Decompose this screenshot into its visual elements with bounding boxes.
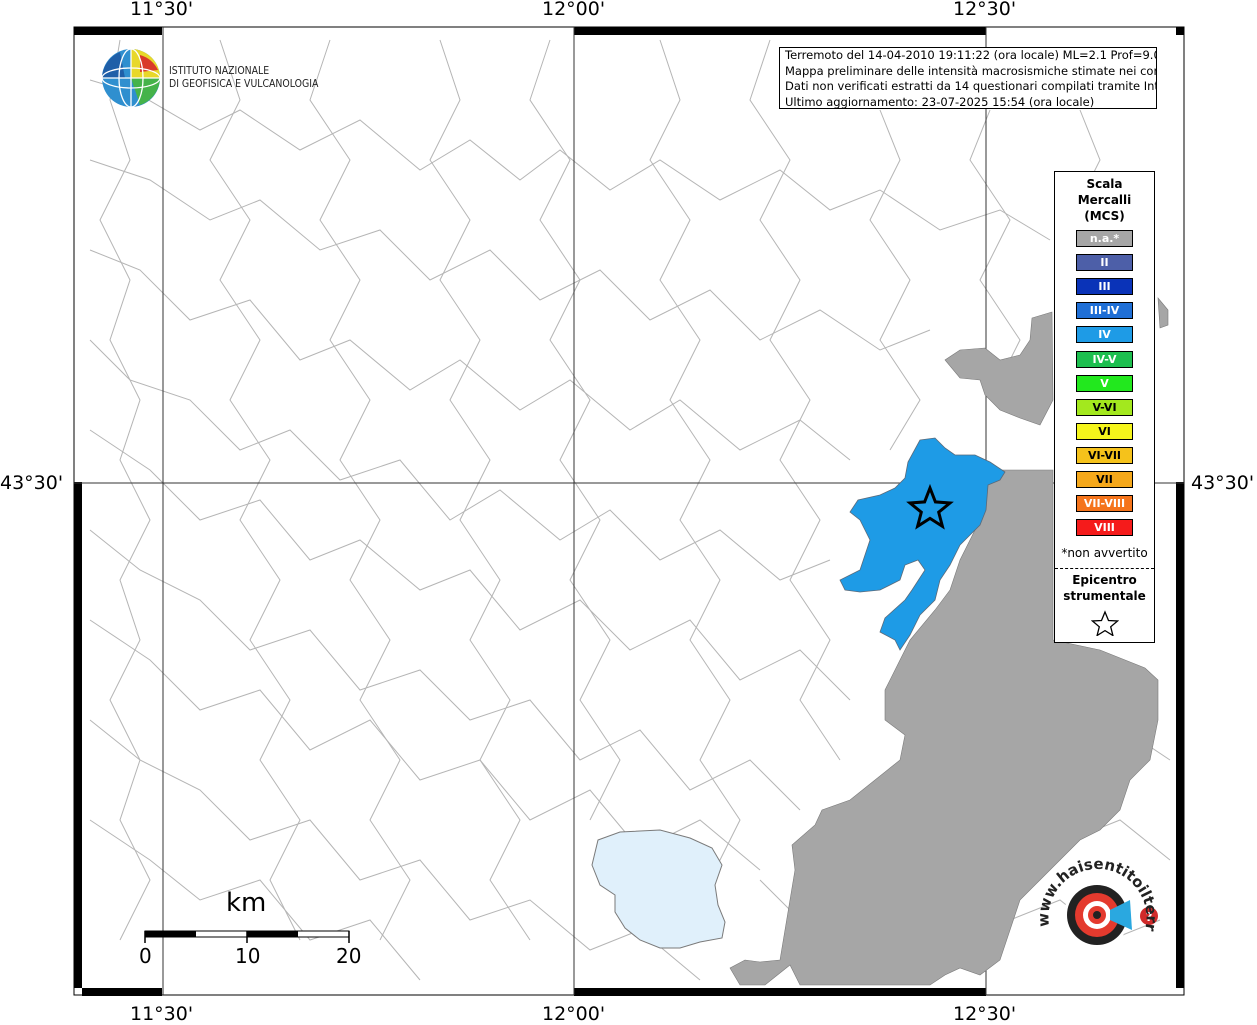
info-line-event: Terremoto del 14-04-2010 19:11:22 (ora l… bbox=[785, 48, 1157, 62]
legend-item-iv: IV bbox=[1076, 326, 1133, 344]
info-line-data-source: Dati non verificati estratti da 14 quest… bbox=[785, 79, 1157, 93]
legend-star-icon bbox=[1091, 610, 1119, 636]
lon-label-top-2: 12°00' bbox=[542, 0, 606, 20]
legend-item-iv-v: IV-V bbox=[1076, 350, 1133, 368]
lon-label-top-3: 12°30' bbox=[953, 0, 1017, 20]
legend-item-vi: VI bbox=[1076, 422, 1133, 440]
legend-item-viii: VIII bbox=[1076, 519, 1133, 537]
institute-name: ISTITUTO NAZIONALE DI GEOFISICA E VULCAN… bbox=[169, 64, 318, 90]
scale-tick-10: 10 bbox=[235, 944, 261, 968]
ingv-logo-icon bbox=[101, 48, 161, 108]
legend-title-line-3: (MCS) bbox=[1084, 209, 1125, 223]
legend-item-v-vi: V-VI bbox=[1076, 398, 1133, 416]
scale-tick-0: 0 bbox=[139, 944, 152, 968]
legend-epicenter-label: Epicentro strumentale bbox=[1055, 572, 1154, 604]
legend-item-vii: VII bbox=[1076, 471, 1133, 488]
legend-note: *non avvertito bbox=[1061, 546, 1148, 560]
legend-item-iii: III bbox=[1076, 278, 1133, 296]
legend-item-vii-viii: VII-VIII bbox=[1076, 495, 1133, 513]
legend-epicenter-line-2: strumentale bbox=[1063, 589, 1146, 603]
lon-label-top-1: 11°30' bbox=[130, 0, 194, 20]
lat-label-left: 43°30' bbox=[0, 472, 64, 494]
scale-tick-20: 20 bbox=[336, 944, 362, 968]
legend-item-ii: II bbox=[1076, 254, 1133, 272]
legend-title: Scala Mercalli (MCS) bbox=[1055, 176, 1154, 224]
legend-title-line-2: Mercalli bbox=[1077, 193, 1132, 207]
legend-title-line-1: Scala bbox=[1086, 177, 1123, 191]
intensity-legend: Scala Mercalli (MCS) n.a.* II III III-IV IV I… bbox=[1054, 171, 1155, 643]
lat-label-right: 43°30' bbox=[1191, 472, 1255, 494]
legend-separator bbox=[1055, 568, 1154, 569]
institute-line-1: ISTITUTO NAZIONALE bbox=[169, 64, 270, 77]
info-line-description: Mappa preliminare delle intensità macros… bbox=[785, 63, 1157, 78]
legend-item-n-a: n.a.* bbox=[1076, 230, 1133, 247]
legend-item-v: V bbox=[1076, 374, 1133, 392]
lon-label-bottom-1: 11°30' bbox=[130, 1003, 194, 1025]
legend-item-iii-iv: III-IV bbox=[1076, 302, 1133, 320]
legend-epicenter-line-1: Epicentro bbox=[1072, 573, 1137, 587]
earthquake-info-box: Terremoto del 14-04-2010 19:11:22 (ora l… bbox=[779, 47, 1157, 109]
scale-unit: km bbox=[226, 888, 267, 918]
lon-label-bottom-3: 12°30' bbox=[953, 1003, 1017, 1025]
info-line-updated: Ultimo aggiornamento: 23-07-2025 15:54 (… bbox=[785, 94, 1095, 109]
lon-label-bottom-2: 12°00' bbox=[542, 1003, 606, 1025]
institute-line-2: DI GEOFISICA E VULCANOLOGIA bbox=[169, 77, 319, 90]
legend-item-vi-vii: VI-VII bbox=[1076, 446, 1133, 464]
